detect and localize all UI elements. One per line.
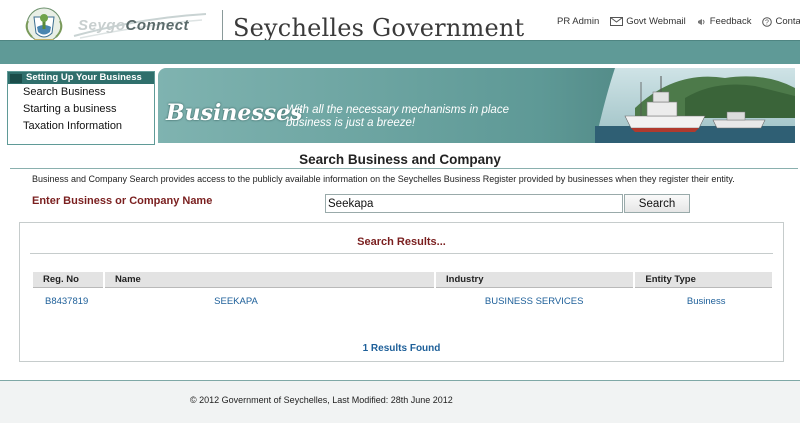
business-name-link[interactable]: SEEKAPA bbox=[214, 296, 258, 307]
govt-webmail-label: Govt Webmail bbox=[626, 16, 686, 27]
contact-us-link[interactable]: ? Contact Us bbox=[762, 16, 800, 27]
table-row[interactable]: B8437819 SEEKAPA BUSINESS SERVICES Busin… bbox=[33, 288, 772, 311]
businesses-banner: Businesses With all the necessary mechan… bbox=[158, 68, 795, 143]
site-footer: © 2012 Government of Seychelles, Last Mo… bbox=[0, 381, 800, 423]
search-label: Enter Business or Company Name bbox=[32, 195, 213, 207]
column-header-reg-no[interactable]: Reg. No bbox=[33, 272, 103, 288]
site-title: Seychelles Government bbox=[233, 14, 525, 42]
megaphone-icon bbox=[697, 18, 705, 25]
header-band bbox=[0, 40, 800, 64]
banner-tagline: With all the necessary mechanisms in pla… bbox=[286, 104, 546, 130]
envelope-icon bbox=[610, 17, 624, 26]
column-header-name[interactable]: Name bbox=[104, 272, 434, 288]
feedback-link[interactable]: Feedback bbox=[697, 16, 752, 27]
feedback-label: Feedback bbox=[709, 16, 752, 27]
sidebar-heading-label: Setting Up Your Business bbox=[26, 72, 142, 83]
svg-text:?: ? bbox=[766, 19, 770, 26]
top-links: PR Admin Govt Webmail Feedback ? Contact… bbox=[557, 16, 800, 27]
entity-type-cell: Business bbox=[686, 295, 726, 307]
sidebar-item-search-business[interactable]: Search Business bbox=[8, 84, 154, 101]
sidebar-nav: Setting Up Your Business Search Business… bbox=[7, 71, 155, 145]
seygoconnect-logo-text[interactable]: SeygoConnect bbox=[78, 17, 189, 34]
results-count: 1 Results Found bbox=[362, 343, 441, 354]
business-name-search-input[interactable] bbox=[325, 194, 623, 213]
sidebar-item-starting-business[interactable]: Starting a business bbox=[8, 101, 154, 118]
govt-webmail-link[interactable]: Govt Webmail bbox=[610, 16, 686, 27]
banner-title: Businesses bbox=[166, 100, 303, 126]
column-header-entity-type[interactable]: Entity Type bbox=[635, 272, 772, 288]
site-header: SeygoConnect Seychelles Government PR Ad… bbox=[0, 0, 800, 43]
harbour-ship-image bbox=[595, 68, 795, 143]
results-divider bbox=[30, 253, 773, 254]
pr-admin-label: PR Admin bbox=[557, 16, 600, 27]
sidebar-heading: Setting Up Your Business bbox=[8, 72, 154, 84]
search-results-panel: Search Results... Reg. No Name Industry … bbox=[19, 222, 784, 362]
sidebar-item-taxation-information[interactable]: Taxation Information bbox=[8, 118, 154, 135]
results-title: Search Results... bbox=[357, 236, 446, 248]
page-title: Search Business and Company bbox=[299, 152, 501, 167]
footer-copyright: © 2012 Government of Seychelles, Last Mo… bbox=[190, 395, 453, 405]
question-circle-icon: ? bbox=[762, 16, 773, 27]
reg-no-link[interactable]: B8437819 bbox=[45, 296, 88, 307]
heading-divider bbox=[10, 168, 798, 169]
banner-tagline-line2: business is just a breeze! bbox=[286, 117, 416, 129]
contact-us-label: Contact Us bbox=[775, 16, 800, 27]
search-button[interactable]: Search bbox=[624, 194, 690, 213]
results-header-row: Reg. No Name Industry Entity Type bbox=[33, 272, 772, 288]
banner-tagline-line1: With all the necessary mechanisms in pla… bbox=[286, 104, 509, 116]
search-intro-text: Business and Company Search provides acc… bbox=[32, 174, 735, 184]
header-divider bbox=[222, 10, 223, 40]
grid-icon bbox=[10, 73, 22, 83]
results-table: Reg. No Name Industry Entity Type B84378… bbox=[31, 272, 774, 311]
column-header-industry[interactable]: Industry bbox=[436, 272, 634, 288]
industry-cell: BUSINESS SERVICES bbox=[484, 295, 584, 307]
pr-admin-link[interactable]: PR Admin bbox=[557, 16, 599, 27]
